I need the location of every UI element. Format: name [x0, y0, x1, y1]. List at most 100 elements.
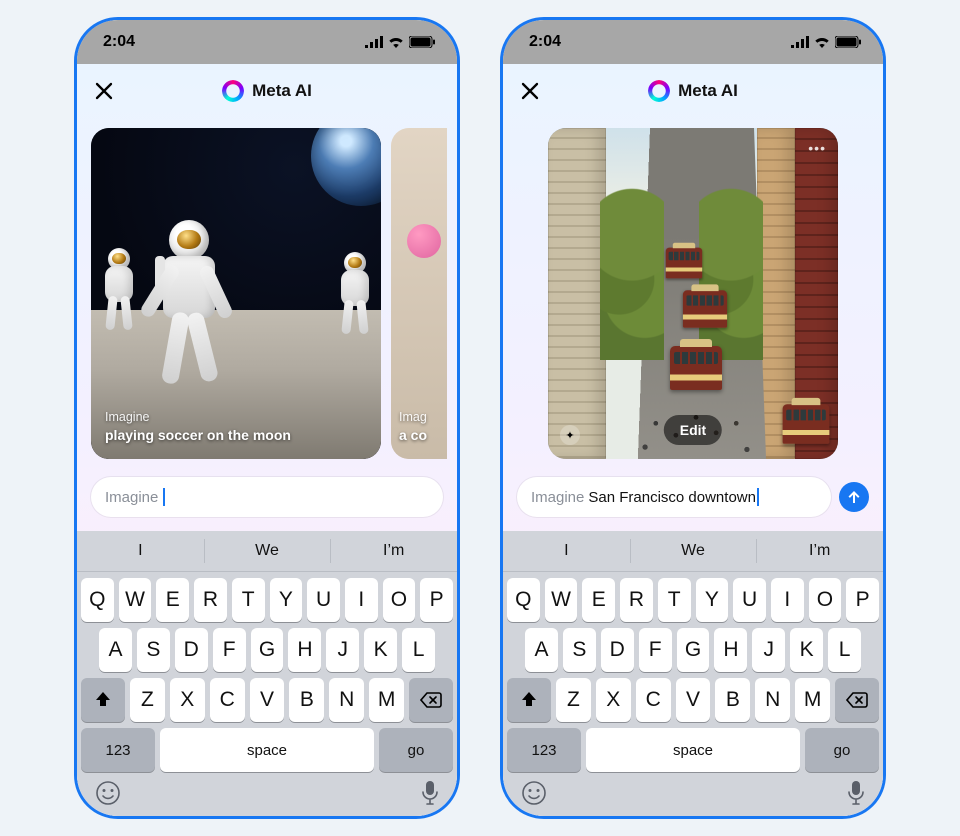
text-cursor [163, 488, 165, 506]
key-x[interactable]: X [170, 678, 205, 722]
shift-icon [94, 691, 112, 709]
key-go[interactable]: go [379, 728, 453, 772]
key-z[interactable]: Z [556, 678, 591, 722]
key-w[interactable]: W [545, 578, 578, 622]
key-z[interactable]: Z [130, 678, 165, 722]
key-h[interactable]: H [288, 628, 321, 672]
key-w[interactable]: W [119, 578, 152, 622]
key-q[interactable]: Q [507, 578, 540, 622]
result-area: ••• ✦ Edit [503, 118, 883, 469]
key-n[interactable]: N [329, 678, 364, 722]
key-o[interactable]: O [383, 578, 416, 622]
key-y[interactable]: Y [270, 578, 303, 622]
key-numbers[interactable]: 123 [81, 728, 155, 772]
key-q[interactable]: Q [81, 578, 114, 622]
send-button[interactable] [839, 482, 869, 512]
microphone-icon[interactable] [421, 780, 439, 806]
phone-mockup-right: 2:04 Meta AI [500, 17, 886, 819]
key-j[interactable]: J [752, 628, 785, 672]
key-row-1: QWERTYUIOP [77, 572, 457, 622]
prompt-input-row: Imagine [77, 469, 457, 531]
key-t[interactable]: T [658, 578, 691, 622]
emoji-icon[interactable] [521, 780, 547, 806]
status-icons [365, 36, 435, 48]
suggestion-1[interactable]: I [77, 531, 204, 571]
result-image-card[interactable]: ••• ✦ Edit [548, 128, 838, 459]
key-b[interactable]: B [289, 678, 324, 722]
close-button[interactable] [91, 78, 117, 104]
key-v[interactable]: V [676, 678, 711, 722]
status-bar: 2:04 [77, 20, 457, 64]
key-i[interactable]: I [345, 578, 378, 622]
key-f[interactable]: F [213, 628, 246, 672]
suggestion-2[interactable]: We [630, 531, 757, 571]
key-d[interactable]: D [175, 628, 208, 672]
backspace-icon [846, 692, 868, 708]
suggestion-card-moon[interactable]: Imagine playing soccer on the moon [91, 128, 381, 459]
prompt-input[interactable]: Imagine San Francisco downtown [517, 477, 831, 517]
suggestion-2[interactable]: We [204, 531, 331, 571]
key-go[interactable]: go [805, 728, 879, 772]
key-c[interactable]: C [636, 678, 671, 722]
image-menu-button[interactable]: ••• [808, 140, 826, 156]
key-backspace[interactable] [409, 678, 453, 722]
key-e[interactable]: E [582, 578, 615, 622]
key-space[interactable]: space [586, 728, 800, 772]
key-r[interactable]: R [194, 578, 227, 622]
key-n[interactable]: N [755, 678, 790, 722]
key-p[interactable]: P [846, 578, 879, 622]
key-s[interactable]: S [137, 628, 170, 672]
key-l[interactable]: L [402, 628, 435, 672]
key-p[interactable]: P [420, 578, 453, 622]
key-a[interactable]: A [525, 628, 558, 672]
key-m[interactable]: M [795, 678, 830, 722]
suggestion-card-partial[interactable]: Imag a co [391, 128, 447, 459]
key-d[interactable]: D [601, 628, 634, 672]
image-info-badge[interactable]: ✦ [560, 425, 580, 445]
key-v[interactable]: V [250, 678, 285, 722]
key-u[interactable]: U [307, 578, 340, 622]
key-row-4: 123 space go [503, 722, 883, 778]
key-c[interactable]: C [210, 678, 245, 722]
card-prefix: Imag [399, 409, 427, 426]
key-g[interactable]: G [251, 628, 284, 672]
key-f[interactable]: F [639, 628, 672, 672]
key-b[interactable]: B [715, 678, 750, 722]
key-space[interactable]: space [160, 728, 374, 772]
key-i[interactable]: I [771, 578, 804, 622]
key-l[interactable]: L [828, 628, 861, 672]
key-u[interactable]: U [733, 578, 766, 622]
key-j[interactable]: J [326, 628, 359, 672]
key-a[interactable]: A [99, 628, 132, 672]
key-row-2: ASDFGHJKL [77, 622, 457, 672]
close-button[interactable] [517, 78, 543, 104]
suggestion-3[interactable]: I’m [756, 531, 883, 571]
suggestion-3[interactable]: I’m [330, 531, 457, 571]
key-x[interactable]: X [596, 678, 631, 722]
key-y[interactable]: Y [696, 578, 729, 622]
key-shift[interactable] [507, 678, 551, 722]
key-e[interactable]: E [156, 578, 189, 622]
suggestion-cards[interactable]: Imagine playing soccer on the moon Imag … [77, 118, 457, 469]
microphone-icon[interactable] [847, 780, 865, 806]
key-backspace[interactable] [835, 678, 879, 722]
ios-keyboard: I We I’m QWERTYUIOP ASDFGHJKL ZXCVBNM 12… [503, 531, 883, 816]
key-numbers[interactable]: 123 [507, 728, 581, 772]
key-o[interactable]: O [809, 578, 842, 622]
key-s[interactable]: S [563, 628, 596, 672]
emoji-icon[interactable] [95, 780, 121, 806]
key-h[interactable]: H [714, 628, 747, 672]
key-k[interactable]: K [364, 628, 397, 672]
suggestion-1[interactable]: I [503, 531, 630, 571]
edit-button[interactable]: Edit [664, 415, 722, 445]
prompt-input[interactable]: Imagine [91, 477, 443, 517]
key-shift[interactable] [81, 678, 125, 722]
key-r[interactable]: R [620, 578, 653, 622]
prompt-prefix: Imagine [531, 489, 584, 506]
key-m[interactable]: M [369, 678, 404, 722]
key-g[interactable]: G [677, 628, 710, 672]
key-t[interactable]: T [232, 578, 265, 622]
key-k[interactable]: K [790, 628, 823, 672]
battery-icon [835, 36, 861, 48]
ios-keyboard: I We I’m QWERTYUIOP ASDFGHJKL ZXCVBNM 12… [77, 531, 457, 816]
